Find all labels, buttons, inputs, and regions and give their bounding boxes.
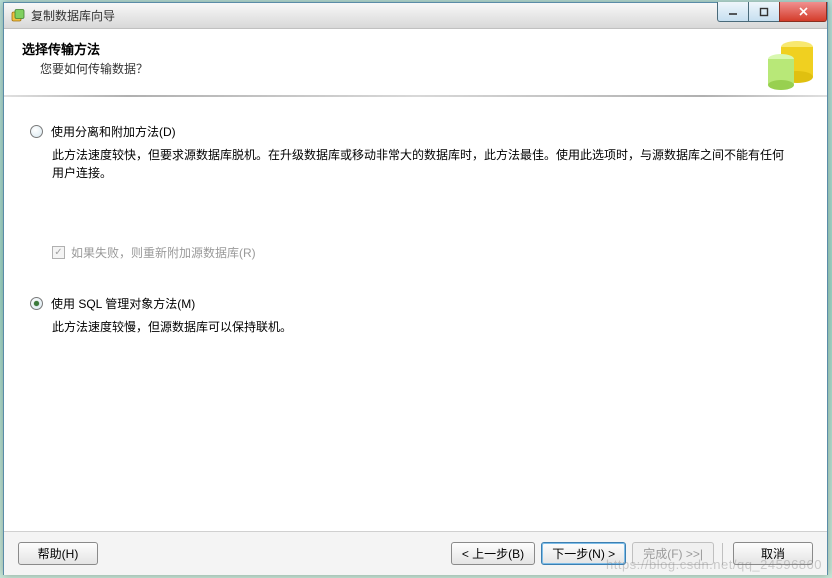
wizard-header: 选择传输方法 您要如何传输数据？ (4, 29, 827, 95)
checkbox-icon: ✓ (52, 246, 65, 259)
maximize-button[interactable] (748, 2, 780, 22)
wizard-content: 使用分离和附加方法(D) 此方法速度较快，但要求源数据库脱机。在升级数据库或移动… (4, 97, 827, 531)
titlebar[interactable]: 复制数据库向导 (4, 3, 827, 29)
option-detach-attach-desc: 此方法速度较快，但要求源数据库脱机。在升级数据库或移动非常大的数据库时，此方法最… (52, 146, 793, 182)
radio-icon (30, 125, 43, 138)
radio-icon (30, 297, 43, 310)
option-detach-attach-label: 使用分离和附加方法(D) (51, 123, 176, 140)
option-detach-attach[interactable]: 使用分离和附加方法(D) (30, 123, 801, 140)
wizard-window: 复制数据库向导 选择传输方法 您要如何传输数据？ (3, 2, 828, 575)
wizard-footer: 帮助(H) < 上一步(B) 下一步(N) > 完成(F) >>| 取消 (4, 531, 827, 575)
window-title: 复制数据库向导 (31, 7, 115, 24)
minimize-button[interactable] (717, 2, 749, 22)
option-smo-method-desc: 此方法速度较慢，但源数据库可以保持联机。 (52, 318, 793, 336)
help-button[interactable]: 帮助(H) (18, 542, 98, 565)
option-smo-method[interactable]: 使用 SQL 管理对象方法(M) (30, 295, 801, 312)
page-subtitle: 您要如何传输数据？ (40, 60, 809, 77)
option-smo-method-label: 使用 SQL 管理对象方法(M) (51, 295, 195, 312)
app-icon (10, 8, 26, 24)
button-divider (722, 543, 723, 565)
reattach-check-row: ✓ 如果失败，则重新附加源数据库(R) (52, 244, 801, 261)
page-title: 选择传输方法 (22, 39, 809, 58)
back-button[interactable]: < 上一步(B) (451, 542, 535, 565)
next-button[interactable]: 下一步(N) > (541, 542, 626, 565)
reattach-check-label: 如果失败，则重新附加源数据库(R) (71, 244, 256, 261)
window-controls (718, 2, 827, 22)
finish-button: 完成(F) >>| (632, 542, 714, 565)
header-graphic-icon (757, 29, 827, 95)
close-button[interactable] (779, 2, 827, 22)
cancel-button[interactable]: 取消 (733, 542, 813, 565)
